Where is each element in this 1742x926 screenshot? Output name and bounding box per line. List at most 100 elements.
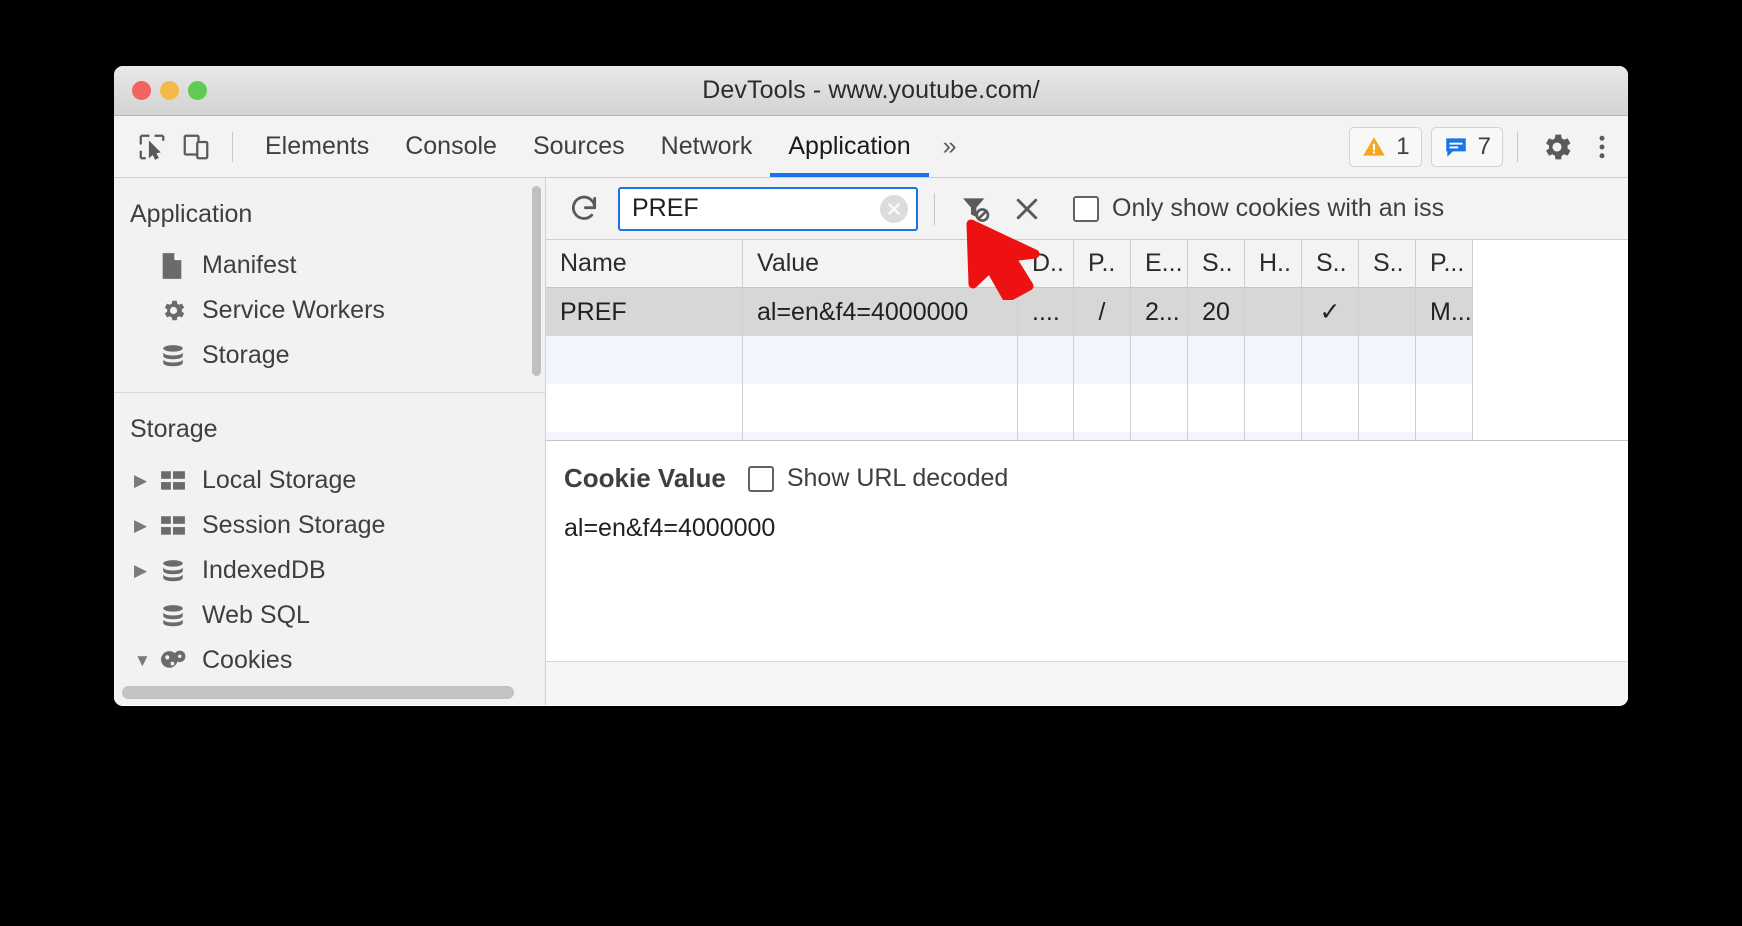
show-url-decoded-checkbox[interactable]: [747, 465, 774, 492]
sidebar-vertical-scrollbar[interactable]: [532, 186, 541, 376]
clear-filtered-cookies-icon[interactable]: [951, 185, 999, 233]
column-header-secure[interactable]: S..: [1302, 240, 1359, 288]
column-header-priority[interactable]: P...: [1416, 240, 1473, 288]
sidebar-item-label: Web SQL: [202, 601, 310, 629]
cookies-table: Name Value D.. P.. E... S.. H.. S.. S.. …: [546, 240, 1628, 441]
expand-triangle-icon[interactable]: ▶: [134, 516, 160, 536]
column-header-domain[interactable]: D..: [1018, 240, 1074, 288]
table-icon: [160, 512, 194, 540]
sidebar-item-label: Session Storage: [202, 511, 386, 539]
cell-empty: [1416, 336, 1473, 384]
column-header-size[interactable]: S..: [1188, 240, 1245, 288]
cookie-value-header: Cookie Value Show URL decoded: [564, 463, 1628, 494]
cell-empty: [1302, 336, 1359, 384]
only-show-issues-checkbox[interactable]: [1073, 195, 1099, 222]
sidebar-section-application: Application Manifest Service Workers Sto…: [114, 178, 545, 386]
sidebar-item-session-storage[interactable]: ▶ Session Storage: [114, 503, 545, 548]
application-sidebar: Application Manifest Service Workers Sto…: [114, 178, 546, 705]
column-header-samesite[interactable]: S..: [1359, 240, 1416, 288]
sidebar-section-storage: Storage ▶ Local Storage ▶ Session Storag…: [114, 392, 545, 691]
table-icon: [160, 467, 194, 495]
column-header-path[interactable]: P..: [1074, 240, 1131, 288]
sidebar-item-manifest[interactable]: Manifest: [114, 243, 545, 288]
gear-icon[interactable]: [1532, 122, 1582, 172]
sidebar-item-label: Cookies: [202, 646, 293, 674]
warnings-badge[interactable]: 1: [1349, 126, 1422, 167]
database-icon: [160, 557, 194, 585]
cell-empty: [546, 336, 743, 384]
cookie-value-title: Cookie Value: [564, 463, 726, 493]
table-row[interactable]: PREF al=en&f4=4000000 .... / 2... 20 ✓ M…: [546, 288, 1628, 336]
cell-empty: [1074, 384, 1131, 432]
sidebar-item-label: IndexedDB: [202, 556, 326, 584]
sidebar-item-label: Manifest: [202, 251, 297, 279]
kebab-menu-icon[interactable]: [1582, 122, 1622, 172]
filter-input-wrapper[interactable]: [618, 186, 918, 231]
cell-empty: [1131, 432, 1188, 440]
filter-input[interactable]: [620, 188, 916, 229]
more-tabs-chevron-icon[interactable]: »: [929, 132, 968, 161]
cell-empty: [1245, 384, 1302, 432]
warning-triangle-icon: [1363, 136, 1386, 156]
collapse-triangle-icon[interactable]: ▼: [134, 651, 160, 671]
only-show-issues-control[interactable]: Only show cookies with an iss: [1073, 194, 1444, 223]
sidebar-item-local-storage[interactable]: ▶ Local Storage: [114, 458, 545, 503]
table-row-empty: [546, 336, 1628, 384]
only-show-issues-label: Only show cookies with an iss: [1112, 194, 1445, 222]
devtools-tabbar: Elements Console Sources Network Applica…: [114, 116, 1628, 178]
column-header-httponly[interactable]: H..: [1245, 240, 1302, 288]
cell-empty: [1131, 384, 1188, 432]
screenshot-root: DevTools - www.youtube.com/ Elements Con…: [0, 0, 1742, 926]
sidebar-item-cookies[interactable]: ▼ Cookies: [114, 638, 545, 683]
sidebar-item-label: Service Workers: [202, 296, 385, 324]
column-header-expires[interactable]: E...: [1131, 240, 1188, 288]
sidebar-item-label: Local Storage: [202, 466, 357, 494]
clear-input-icon[interactable]: [880, 194, 908, 223]
expand-triangle-icon[interactable]: ▶: [134, 471, 160, 491]
cell-empty: [1018, 336, 1074, 384]
cell-empty: [1074, 336, 1131, 384]
inspect-element-icon[interactable]: [130, 125, 174, 169]
message-bubble-icon: [1445, 137, 1466, 157]
sidebar-item-web-sql[interactable]: Web SQL: [114, 593, 545, 638]
cell-empty: [1188, 384, 1245, 432]
cell-priority: M...: [1416, 288, 1473, 336]
tab-console[interactable]: Console: [387, 116, 515, 177]
refresh-icon[interactable]: [560, 185, 608, 233]
clear-all-cookies-icon[interactable]: [1003, 185, 1051, 233]
show-url-decoded-control[interactable]: Show URL decoded: [747, 464, 1008, 493]
expand-triangle-icon[interactable]: ▶: [134, 561, 160, 581]
cell-samesite: [1359, 288, 1416, 336]
tab-application[interactable]: Application: [770, 116, 929, 177]
sidebar-item-storage[interactable]: Storage: [114, 333, 545, 378]
cell-domain: ....: [1018, 288, 1074, 336]
devtools-window: DevTools - www.youtube.com/ Elements Con…: [114, 66, 1628, 706]
device-toolbar-icon[interactable]: [174, 125, 218, 169]
cell-empty: [1416, 432, 1473, 440]
cell-empty: [1359, 336, 1416, 384]
cell-value: al=en&f4=4000000: [743, 288, 1018, 336]
messages-badge[interactable]: 7: [1430, 126, 1503, 167]
tab-network[interactable]: Network: [643, 116, 771, 177]
tab-elements[interactable]: Elements: [247, 116, 387, 177]
column-header-name[interactable]: Name: [546, 240, 743, 288]
cell-empty: [1302, 384, 1359, 432]
cell-empty: [1302, 432, 1359, 440]
cookie-value-text: al=en&f4=4000000: [564, 514, 776, 542]
cell-httponly: [1245, 288, 1302, 336]
sidebar-item-service-workers[interactable]: Service Workers: [114, 288, 545, 333]
cell-empty: [743, 432, 1018, 440]
sidebar-heading-application: Application: [130, 200, 253, 228]
sidebar-horizontal-scrollbar[interactable]: [122, 686, 514, 699]
window-title: DevTools - www.youtube.com/: [702, 76, 1040, 104]
warnings-count: 1: [1396, 132, 1410, 160]
table-header-row: Name Value D.. P.. E... S.. H.. S.. S.. …: [546, 240, 1628, 288]
cell-empty: [743, 384, 1018, 432]
cell-size: 20: [1188, 288, 1245, 336]
tab-sources[interactable]: Sources: [515, 116, 643, 177]
sidebar-item-indexeddb[interactable]: ▶ IndexedDB: [114, 548, 545, 593]
tabbar-divider: [232, 131, 233, 162]
cell-empty: [1018, 432, 1074, 440]
sidebar-heading-storage: Storage: [130, 415, 218, 443]
column-header-value[interactable]: Value: [743, 240, 1018, 288]
